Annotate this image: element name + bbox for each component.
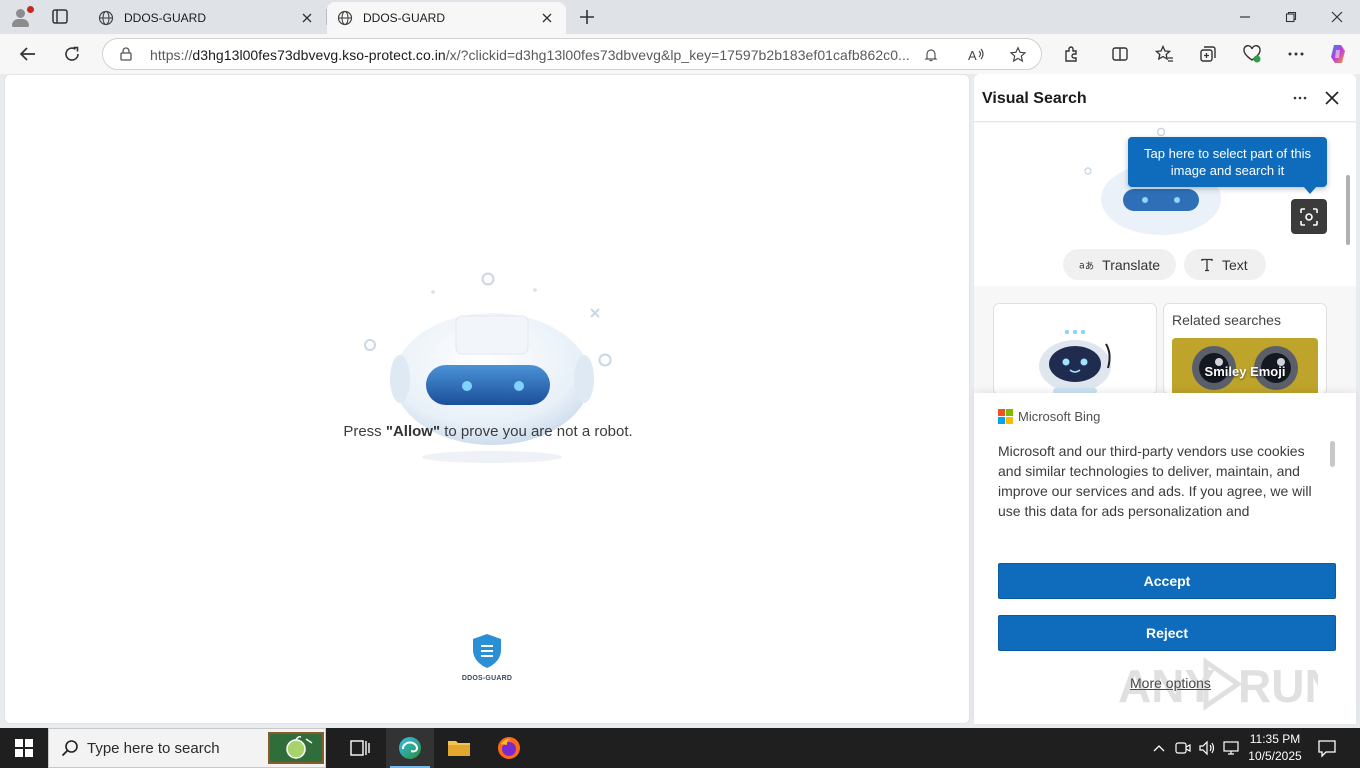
globe-icon — [337, 10, 353, 26]
new-tab-plus-icon[interactable] — [576, 7, 598, 27]
tab-title: DDOS-GUARD — [124, 11, 207, 25]
pane-scrollbar[interactable] — [1346, 175, 1350, 245]
favorite-star-icon[interactable] — [1008, 45, 1028, 65]
read-aloud-icon[interactable]: A — [967, 45, 987, 65]
similar-image-card[interactable] — [993, 303, 1157, 395]
split-screen-icon[interactable] — [1108, 42, 1132, 66]
edge-taskbar-icon[interactable] — [386, 728, 434, 768]
robot-result-image — [1039, 330, 1111, 394]
translate-label: Translate — [1102, 256, 1160, 273]
network-icon[interactable] — [1221, 738, 1241, 758]
favorites-icon[interactable] — [1152, 42, 1176, 66]
robot-illustration — [364, 272, 612, 463]
volume-icon[interactable] — [1197, 738, 1217, 758]
chevron-up-icon[interactable] — [1149, 738, 1169, 758]
collections-icon[interactable] — [1196, 42, 1220, 66]
brand-name: Microsoft Bing — [1018, 409, 1101, 424]
browser-essentials-icon[interactable] — [1240, 42, 1264, 66]
svg-text:a: a — [1079, 260, 1085, 271]
profile-avatar-icon[interactable] — [8, 6, 34, 28]
text-label: Text — [1222, 256, 1248, 273]
globe-icon — [98, 10, 114, 26]
consent-scrollbar[interactable] — [1330, 441, 1335, 467]
watermark-logo: ANY RUN — [1118, 657, 1318, 712]
address-bar[interactable]: https://d3hg13l00fes73dbvevg.kso-protect… — [102, 38, 1042, 70]
accept-button[interactable]: Accept — [998, 563, 1336, 599]
robot-check-prompt: Press "Allow" to prove you are not a rob… — [343, 423, 633, 440]
url-text[interactable]: https://d3hg13l00fes73dbvevg.kso-protect… — [150, 47, 910, 63]
svg-text:RUN: RUN — [1238, 660, 1318, 712]
search-icon — [61, 740, 78, 757]
text-chip[interactable]: Text — [1184, 249, 1266, 280]
extensions-icon[interactable] — [1060, 42, 1084, 66]
refresh-icon[interactable] — [60, 42, 84, 66]
consent-text: Microsoft and our third-party vendors us… — [998, 443, 1312, 519]
address-toolbar: https://d3hg13l00fes73dbvevg.kso-protect… — [0, 34, 1360, 74]
clock-time: 11:35 PM — [1249, 732, 1301, 746]
meet-now-icon[interactable] — [1173, 738, 1193, 758]
restore-icon[interactable] — [1268, 0, 1314, 34]
visual-search-select-button[interactable] — [1291, 199, 1327, 234]
search-placeholder: Type here to search — [87, 739, 220, 757]
clock-date: 10/5/2025 — [1248, 749, 1302, 763]
shield-icon — [473, 634, 501, 668]
more-options-icon[interactable] — [1288, 86, 1312, 110]
ddos-guard-logo: DDOS-GUARD — [457, 633, 517, 689]
notification-bell-icon[interactable] — [921, 45, 941, 65]
title-bar: DDOS-GUARD DDOS-GUARD — [0, 0, 1360, 34]
image-preview-area[interactable]: Tap here to select part of this image an… — [974, 123, 1356, 286]
translate-chip[interactable]: aあ Translate — [1063, 249, 1176, 280]
svg-text:A: A — [968, 48, 977, 63]
search-highlight-icon[interactable] — [268, 732, 324, 764]
start-button[interactable] — [0, 728, 48, 768]
firefox-icon[interactable] — [485, 728, 533, 768]
windows-taskbar: Type here to search 11:35 PM 10/5/2025 — [0, 728, 1360, 768]
back-arrow-icon[interactable] — [16, 42, 40, 66]
visual-search-header: Visual Search — [974, 74, 1356, 122]
close-pane-icon[interactable] — [1320, 86, 1344, 110]
minimize-icon[interactable] — [1222, 0, 1268, 34]
pane-title: Visual Search — [982, 90, 1087, 107]
tab-ddos-guard-1[interactable]: DDOS-GUARD — [88, 2, 326, 34]
notifications-icon[interactable] — [1316, 737, 1338, 759]
web-page-content: Press "Allow" to prove you are not a rob… — [4, 74, 970, 724]
system-clock[interactable]: 11:35 PM 10/5/2025 — [1246, 731, 1304, 765]
close-tab-icon[interactable] — [298, 9, 316, 27]
site-info-icon[interactable] — [119, 47, 133, 61]
svg-text:あ: あ — [1085, 261, 1094, 272]
settings-more-icon[interactable] — [1284, 42, 1308, 66]
translate-icon: aあ — [1079, 260, 1094, 272]
scan-icon — [1300, 207, 1318, 226]
related-search-item[interactable]: Smiley Emoji — [1172, 338, 1318, 394]
text-icon — [1201, 258, 1213, 271]
task-view-icon[interactable] — [336, 728, 384, 768]
select-area-tooltip: Tap here to select part of this image an… — [1128, 137, 1327, 194]
file-explorer-icon[interactable] — [435, 728, 483, 768]
reject-button[interactable]: Reject — [998, 615, 1336, 651]
related-search-label: Smiley Emoji — [1204, 364, 1286, 379]
close-window-icon[interactable] — [1314, 0, 1360, 34]
close-tab-icon[interactable] — [538, 9, 556, 27]
tab-ddos-guard-2[interactable]: DDOS-GUARD — [327, 2, 566, 34]
tab-title: DDOS-GUARD — [363, 11, 446, 25]
copilot-icon[interactable] — [1326, 42, 1350, 66]
windows-logo-icon — [15, 739, 33, 757]
tab-actions-icon[interactable] — [50, 8, 70, 26]
related-searches-card[interactable]: Related searches Smiley Emoji — [1163, 303, 1327, 395]
related-searches-title: Related searches — [1172, 312, 1281, 328]
svg-text:ANY: ANY — [1118, 660, 1215, 712]
microsoft-logo-icon — [998, 409, 1014, 425]
